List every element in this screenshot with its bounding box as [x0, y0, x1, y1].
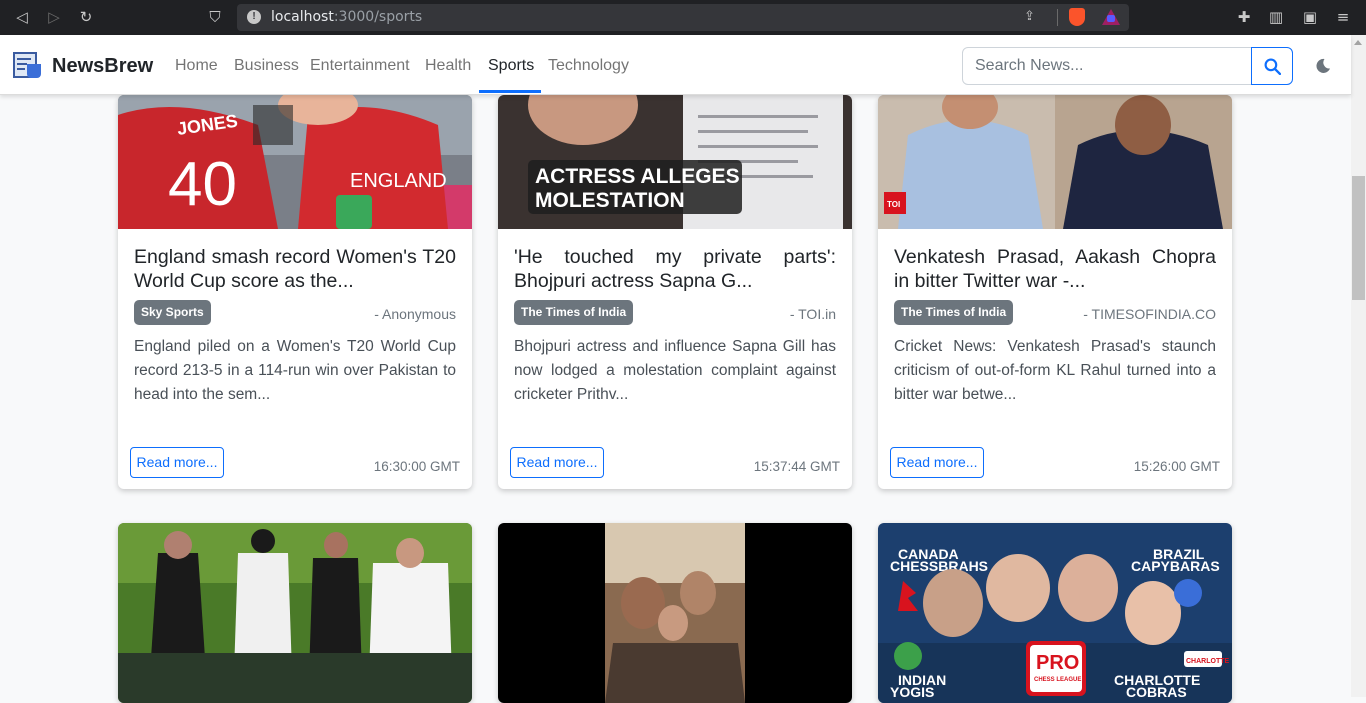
card-title: Venkatesh Prasad, Aakash Chopra in bitte…	[894, 246, 1216, 292]
search-input[interactable]: Search News...	[962, 47, 1252, 85]
news-card: JONES 40 ENGLAND England smash record Wo…	[118, 95, 472, 489]
brave-rewards-icon[interactable]	[1102, 9, 1120, 25]
card-author: - TIMESOFINDIA.CO	[1083, 306, 1216, 322]
card-time: 15:26:00 GMT	[1133, 459, 1220, 474]
sidebar-icon[interactable]: ▥	[1266, 7, 1286, 27]
news-card: CANADA CHESSBRAHS BRAZIL CAPYBARAS PRO C…	[878, 523, 1232, 703]
svg-text:CHESS LEAGUE: CHESS LEAGUE	[1034, 677, 1081, 683]
svg-text:CAPYBARAS: CAPYBARAS	[1131, 558, 1220, 574]
card-description: England piled on a Women's T20 World Cup…	[134, 338, 456, 403]
svg-text:CHESSBRAHS: CHESSBRAHS	[890, 558, 988, 574]
svg-text:40: 40	[168, 150, 237, 219]
scrollbar[interactable]	[1351, 35, 1366, 697]
news-image: TOI	[878, 95, 1232, 229]
card-description: Bhojpuri actress and influence Sapna Gil…	[514, 338, 836, 403]
svg-text:YOGIS: YOGIS	[890, 684, 934, 700]
news-card: TOI Venkatesh Prasad, Aakash Chopra in b…	[878, 95, 1232, 489]
news-image	[118, 523, 472, 703]
card-time: 16:30:00 GMT	[373, 459, 460, 474]
brand-name[interactable]: NewsBrew	[52, 55, 153, 78]
divider	[1057, 9, 1058, 26]
svg-text:PRO: PRO	[1036, 652, 1079, 674]
read-more-button[interactable]: Read more...	[890, 447, 984, 478]
source-badge: The Times of India	[514, 300, 634, 325]
news-image: ACTRESS ALLEGES MOLESTATION	[498, 95, 852, 229]
svg-text:COBRAS: COBRAS	[1126, 684, 1187, 700]
read-more-button[interactable]: Read more...	[510, 447, 604, 478]
nav-link-health[interactable]: Health	[425, 57, 471, 75]
back-icon[interactable]: ◁	[12, 7, 32, 27]
address-bar[interactable]: ! localhost:3000/sports ⇪	[237, 4, 1129, 31]
nav-link-business[interactable]: Business	[234, 57, 299, 75]
source-badge: Sky Sports	[134, 300, 211, 325]
read-more-button[interactable]: Read more...	[130, 447, 224, 478]
site-info-icon[interactable]: !	[247, 10, 261, 24]
card-author: - Anonymous	[374, 306, 456, 322]
newsbrew-logo-icon[interactable]	[13, 52, 43, 80]
svg-text:ENGLAND: ENGLAND	[350, 170, 447, 192]
card-title: 'He touched my private parts': Bhojpuri …	[514, 246, 836, 292]
nav-link-sports[interactable]: Sports	[488, 57, 534, 75]
news-image	[498, 523, 852, 703]
card-description: Cricket News: Venkatesh Prasad's staunch…	[894, 338, 1216, 403]
svg-text:CHARLOTTE: CHARLOTTE	[1186, 658, 1229, 665]
url-text[interactable]: localhost:3000/sports	[271, 9, 422, 25]
nav-link-home[interactable]: Home	[175, 57, 218, 75]
scrollbar-thumb[interactable]	[1352, 176, 1365, 300]
card-time: 15:37:44 GMT	[753, 459, 840, 474]
extensions-icon[interactable]: ✚	[1234, 7, 1254, 27]
brave-shields-icon[interactable]	[1069, 8, 1085, 26]
news-card: ACTRESS ALLEGES MOLESTATION 'He touched …	[498, 95, 852, 489]
dark-mode-toggle-icon[interactable]	[1315, 58, 1331, 74]
active-tab-indicator	[479, 90, 541, 93]
menu-icon[interactable]: ≡	[1333, 7, 1353, 27]
svg-text:MOLESTATION: MOLESTATION	[535, 189, 685, 212]
wallet-icon[interactable]: ▣	[1300, 7, 1320, 27]
navbar: NewsBrew Home Business Entertainment Hea…	[0, 35, 1351, 95]
browser-toolbar: ◁ ▷ ↻ ⛉ ! localhost:3000/sports ⇪ ✚ ▥ ▣ …	[0, 0, 1366, 35]
svg-text:ACTRESS ALLEGES: ACTRESS ALLEGES	[535, 165, 740, 188]
news-card	[498, 523, 852, 703]
nav-link-entertainment[interactable]: Entertainment	[310, 57, 410, 75]
news-image: CANADA CHESSBRAHS BRAZIL CAPYBARAS PRO C…	[878, 523, 1232, 703]
reload-icon[interactable]: ↻	[76, 7, 96, 27]
source-badge: The Times of India	[894, 300, 1014, 325]
search-icon	[1264, 58, 1281, 75]
scroll-up-arrow-icon[interactable]	[1354, 40, 1362, 45]
card-author: - TOI.in	[789, 306, 836, 322]
card-title: England smash record Women's T20 World C…	[134, 246, 456, 292]
forward-icon[interactable]: ▷	[44, 7, 64, 27]
news-image: JONES 40 ENGLAND	[118, 95, 472, 229]
search-button[interactable]	[1251, 47, 1293, 85]
news-card	[118, 523, 472, 703]
svg-text:TOI: TOI	[887, 200, 900, 209]
bookmark-icon[interactable]: ⛉	[205, 7, 225, 27]
share-icon[interactable]: ⇪	[1024, 9, 1040, 25]
nav-link-technology[interactable]: Technology	[548, 57, 629, 75]
